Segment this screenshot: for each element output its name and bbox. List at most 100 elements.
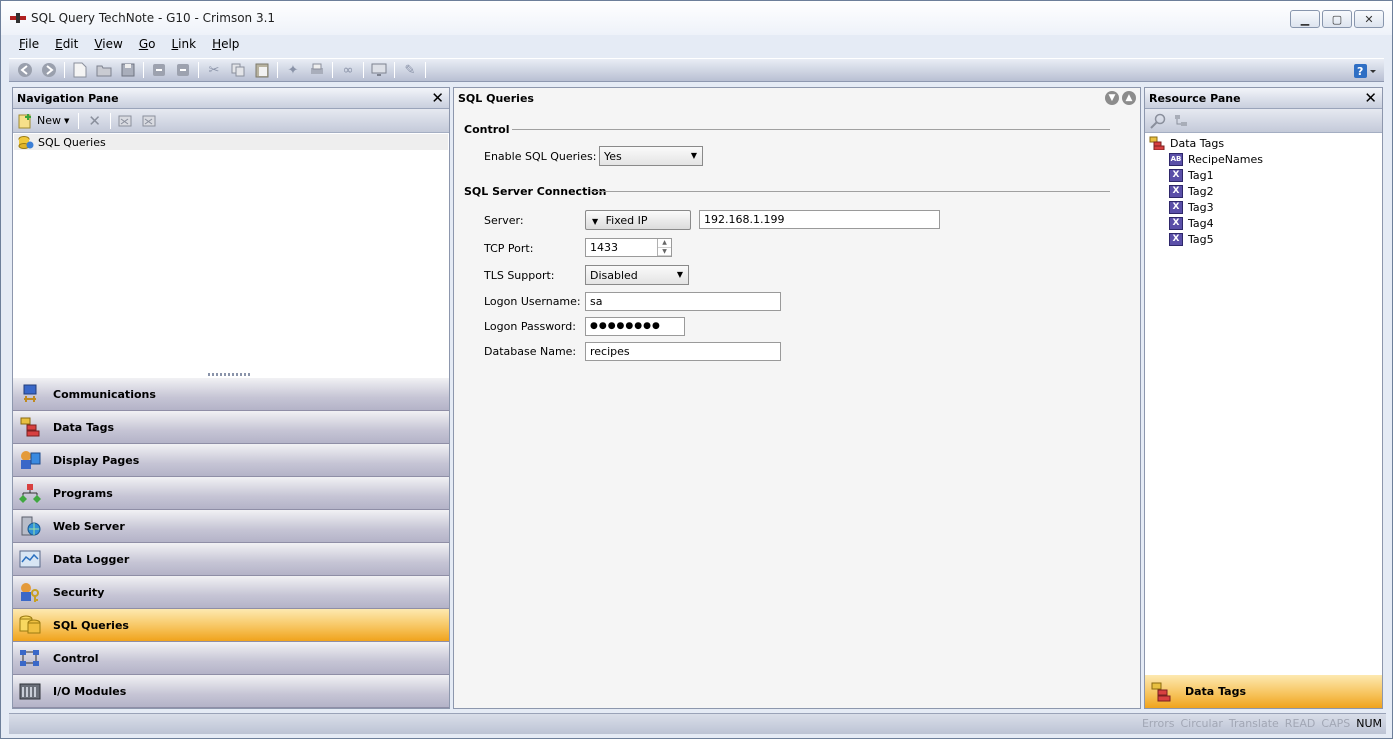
tree-item-tag[interactable]: X Tag4 (1169, 215, 1382, 231)
spin-up-icon[interactable]: ▲ (658, 239, 671, 248)
new-button[interactable]: New (37, 114, 61, 127)
control-icon (19, 647, 41, 669)
enable-sql-queries-label: Enable SQL Queries: (484, 150, 597, 163)
enable-sql-queries-select[interactable]: Yes ▼ (599, 146, 703, 166)
print-icon[interactable] (308, 61, 326, 79)
redo-icon[interactable] (174, 61, 192, 79)
tree-item-label: Tag5 (1188, 232, 1214, 246)
close-icon[interactable]: ✕ (431, 90, 444, 106)
tree-item-tag[interactable]: X Tag1 (1169, 167, 1382, 183)
tree-item-sql-queries[interactable]: SQL Queries (14, 134, 448, 150)
filter-icon[interactable] (118, 114, 134, 128)
database-name-input[interactable] (585, 342, 781, 361)
toolbar-separator (64, 62, 65, 78)
toolbar-separator (332, 62, 333, 78)
spin-down-icon[interactable]: ▼ (658, 248, 671, 256)
menu-help[interactable]: Help (204, 35, 247, 55)
tree-item-label: Tag1 (1188, 168, 1214, 182)
save-icon[interactable] (119, 61, 137, 79)
group-title-sql-server-connection: SQL Server Connection (464, 185, 607, 198)
status-indicators: Errors Circular Translate READ CAPS NUM (1142, 717, 1382, 730)
back-icon[interactable] (16, 61, 34, 79)
copy-icon[interactable] (229, 61, 247, 79)
arrow-down-icon[interactable]: ▼ (1105, 91, 1119, 105)
maximize-button[interactable]: ▢ (1322, 10, 1352, 28)
nav-button-communications[interactable]: Communications (13, 378, 449, 411)
splitter-handle[interactable] (208, 373, 250, 376)
menu-bar: File Edit View Go Link Help (11, 35, 247, 55)
tcp-port-label: TCP Port: (484, 242, 534, 255)
close-icon[interactable]: ✕ (1364, 90, 1377, 106)
menu-go[interactable]: Go (131, 35, 164, 55)
nav-button-display-pages[interactable]: Display Pages (13, 444, 449, 477)
tls-support-select[interactable]: Disabled ▼ (585, 265, 689, 285)
server-ip-input[interactable] (699, 210, 940, 229)
data-logger-icon (19, 548, 41, 570)
help-dropdown[interactable]: ? (1352, 62, 1378, 80)
tree-item-label: Data Tags (1170, 136, 1225, 150)
menu-file[interactable]: File (11, 35, 47, 55)
nav-button-label: Data Logger (53, 552, 130, 566)
magnifier-icon[interactable] (1149, 113, 1167, 129)
toolbar-separator (394, 62, 395, 78)
paste-icon[interactable] (253, 61, 271, 79)
link-icon[interactable]: ∞ (339, 61, 357, 79)
nav-button-data-logger[interactable]: Data Logger (13, 543, 449, 576)
header-nav-buttons: ▼ ▲ (1105, 91, 1136, 105)
tree-view-icon[interactable] (1173, 113, 1189, 129)
tree-item-tag[interactable]: AB RecipeNames (1169, 151, 1382, 167)
tcp-port-stepper[interactable]: 1433 ▲ ▼ (585, 238, 672, 257)
menu-view[interactable]: View (86, 35, 130, 55)
delete-icon[interactable]: ✕ (88, 112, 101, 130)
logon-username-input[interactable] (585, 292, 781, 311)
nav-button-programs[interactable]: Programs (13, 477, 449, 510)
nav-button-label: Control (53, 651, 99, 665)
numeric-tag-icon: X (1169, 184, 1183, 198)
nav-button-web-server[interactable]: Web Server (13, 510, 449, 543)
nav-button-sql-queries[interactable]: SQL Queries (13, 609, 449, 642)
display-pages-icon (19, 449, 41, 471)
nav-button-io-modules[interactable]: I/O Modules (13, 675, 449, 708)
cut-icon[interactable]: ✂ (205, 61, 223, 79)
clear-filter-icon[interactable] (142, 114, 158, 128)
status-translate: Translate (1228, 717, 1279, 730)
data-tags-icon (19, 416, 41, 438)
minimize-button[interactable]: ▁ (1290, 10, 1320, 28)
menu-edit[interactable]: Edit (47, 35, 86, 55)
tree-item-label: Tag4 (1188, 216, 1214, 230)
resource-pane: Resource Pane ✕ Data Tags AB RecipeNames… (1144, 87, 1383, 709)
server-mode-button[interactable]: ▼ Fixed IP (585, 210, 691, 230)
numeric-tag-icon: X (1169, 232, 1183, 246)
window-title: SQL Query TechNote - G10 - Crimson 3.1 (31, 11, 276, 25)
navigation-pane-header: Navigation Pane ✕ (13, 88, 449, 109)
tree-item-label: RecipeNames (1188, 152, 1263, 166)
nav-button-security[interactable]: Security (13, 576, 449, 609)
navigation-toolbar: New ▼ ✕ (13, 109, 449, 133)
pen-icon[interactable]: ✎ (401, 61, 419, 79)
tls-support-label: TLS Support: (484, 269, 555, 282)
nav-button-control[interactable]: Control (13, 642, 449, 675)
nav-button-label: Communications (53, 387, 156, 401)
arrow-up-icon[interactable]: ▲ (1122, 91, 1136, 105)
tag-list: AB RecipeNames X Tag1 X Tag2 X Tag3 X Ta… (1149, 151, 1382, 247)
magic-wand-icon[interactable]: ✦ (284, 61, 302, 79)
group-divider (512, 129, 1110, 130)
forward-icon[interactable] (40, 61, 58, 79)
resource-category-button[interactable]: Data Tags (1145, 675, 1382, 708)
open-folder-icon[interactable] (95, 61, 113, 79)
undo-icon[interactable] (150, 61, 168, 79)
nav-button-data-tags[interactable]: Data Tags (13, 411, 449, 444)
close-button[interactable]: ✕ (1354, 10, 1384, 28)
logon-password-input[interactable]: ●●●●●●●● (585, 317, 685, 336)
tree-item-data-tags[interactable]: Data Tags (1149, 135, 1382, 151)
tree-item-tag[interactable]: X Tag3 (1169, 199, 1382, 215)
menu-link[interactable]: Link (163, 35, 204, 55)
select-value: Yes (604, 150, 622, 163)
chevron-down-icon[interactable]: ▼ (64, 117, 69, 125)
tree-item-tag[interactable]: X Tag5 (1169, 231, 1382, 247)
editor-pane-header: SQL Queries ▼ ▲ (454, 88, 1140, 109)
monitor-icon[interactable] (370, 61, 388, 79)
string-tag-icon: AB (1169, 152, 1183, 166)
new-file-icon[interactable] (71, 61, 89, 79)
tree-item-tag[interactable]: X Tag2 (1169, 183, 1382, 199)
